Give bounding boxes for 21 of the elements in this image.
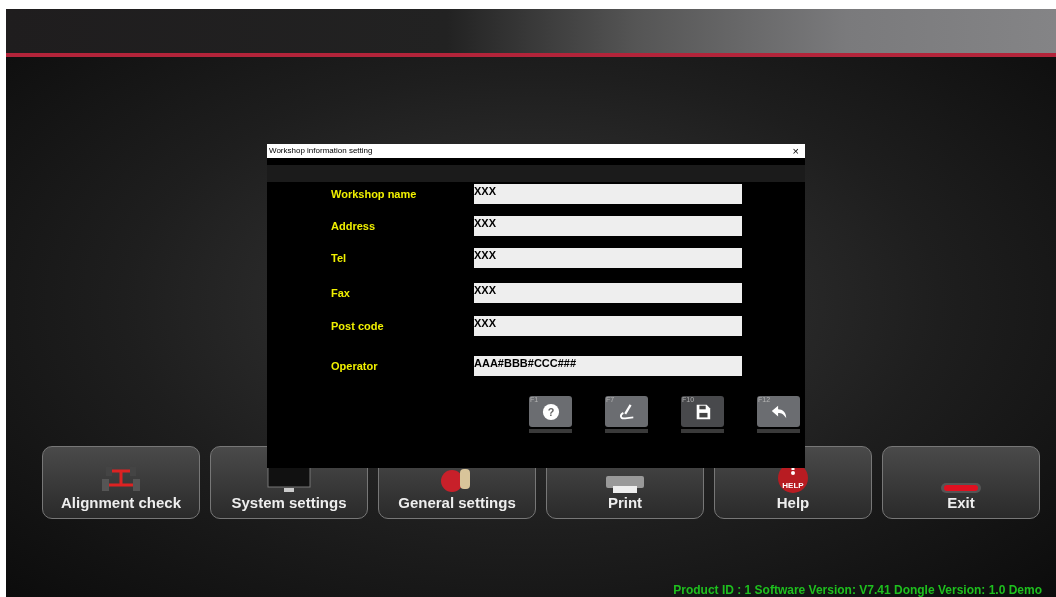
dialog-title: Workshop information setting	[269, 147, 373, 155]
help-icon: ?	[541, 402, 560, 421]
field-label: Tel	[330, 250, 348, 266]
text-field[interactable]: XXX	[474, 216, 742, 236]
close-button[interactable]: ×	[788, 145, 803, 157]
menu-button[interactable]: Exit	[882, 446, 1040, 519]
exit-icon	[941, 483, 981, 493]
text-field[interactable]: AAA#BBB#CCC###	[474, 356, 742, 376]
text-field[interactable]: XXX	[474, 283, 742, 303]
text-field[interactable]: XXX	[474, 184, 742, 204]
field-label: Address	[330, 218, 377, 234]
printer-icon	[606, 476, 644, 493]
field-label: Fax	[330, 285, 351, 301]
version-info: Product ID : 1 Software Version: V7.41 Dongle Version: 1.0 Demo	[673, 584, 1042, 596]
text-field[interactable]: XXX	[474, 248, 742, 268]
menu-button[interactable]: Alignment check	[42, 446, 200, 519]
field-label: Post code	[330, 318, 385, 334]
pen-icon	[617, 402, 636, 421]
field-label: Workshop name	[330, 186, 418, 202]
text-field[interactable]: XXX	[474, 316, 742, 336]
field-label: Operator	[330, 358, 379, 374]
